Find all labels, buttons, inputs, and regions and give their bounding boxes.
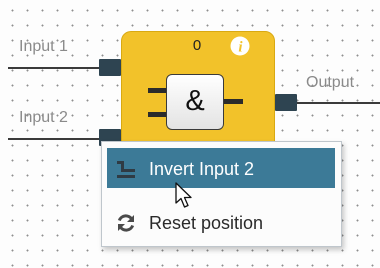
input-1-port[interactable] [99,59,121,76]
invert-input-icon [117,161,135,178]
refresh-icon [117,214,135,232]
output-label: Output [306,74,355,91]
output-wire[interactable] [296,102,380,104]
and-gate-symbol: & [166,74,224,130]
input-1-label: Input 1 [19,38,68,55]
input-1-wire[interactable] [8,67,100,69]
output-port[interactable] [275,94,297,111]
menu-item-reset-position[interactable]: Reset position [107,202,335,242]
context-menu: Invert Input 2 Reset position [101,141,342,247]
input-2-wire[interactable] [8,138,103,140]
gate-input-pin-1 [148,88,167,93]
menu-item-label: Invert Input 2 [149,159,255,179]
gate-output-pin [223,99,243,104]
gate-input-pin-2 [148,112,167,117]
arrow-cursor-icon [175,182,192,208]
input-2-label: Input 2 [19,109,68,126]
block-counter: 0 [192,37,202,54]
menu-item-invert-input-2[interactable]: Invert Input 2 [107,148,335,188]
and-gate: & [148,74,245,130]
menu-item-label: Reset position [149,213,264,233]
info-icon[interactable]: i [230,36,250,56]
